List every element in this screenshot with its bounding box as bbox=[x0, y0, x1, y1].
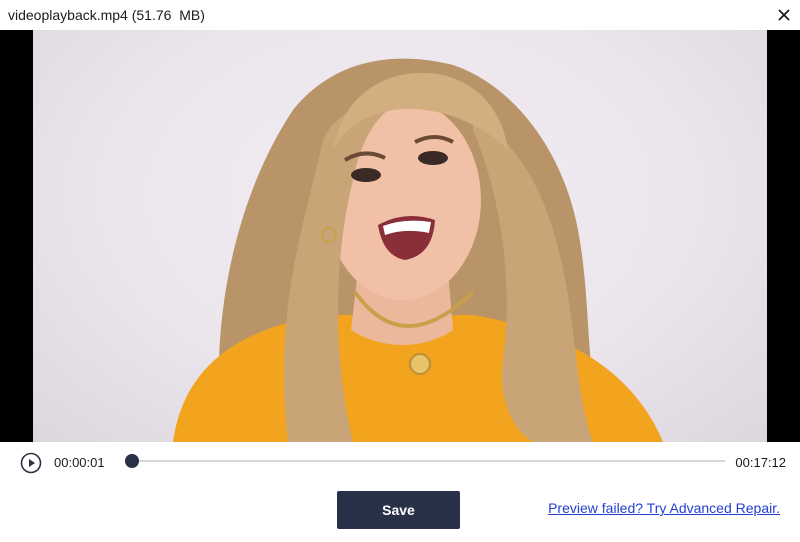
total-time: 00:17:12 bbox=[735, 455, 786, 470]
playback-controls: 00:00:01 00:17:12 bbox=[0, 442, 800, 482]
window-title: videoplayback.mp4 (51.76 MB) bbox=[8, 7, 205, 23]
seek-bar[interactable] bbox=[124, 454, 725, 468]
seek-thumb[interactable] bbox=[124, 454, 139, 468]
close-icon bbox=[778, 9, 790, 21]
save-button[interactable]: Save bbox=[337, 491, 460, 529]
close-button[interactable] bbox=[774, 5, 794, 25]
video-preview[interactable] bbox=[0, 30, 800, 442]
play-button[interactable] bbox=[20, 452, 42, 474]
video-frame-image bbox=[173, 58, 663, 442]
video-frame bbox=[33, 30, 767, 442]
play-circle-icon bbox=[20, 452, 42, 474]
current-time: 00:00:01 bbox=[54, 455, 105, 470]
title-bar: videoplayback.mp4 (51.76 MB) bbox=[0, 0, 800, 30]
advanced-repair-link[interactable]: Preview failed? Try Advanced Repair. bbox=[548, 500, 780, 516]
